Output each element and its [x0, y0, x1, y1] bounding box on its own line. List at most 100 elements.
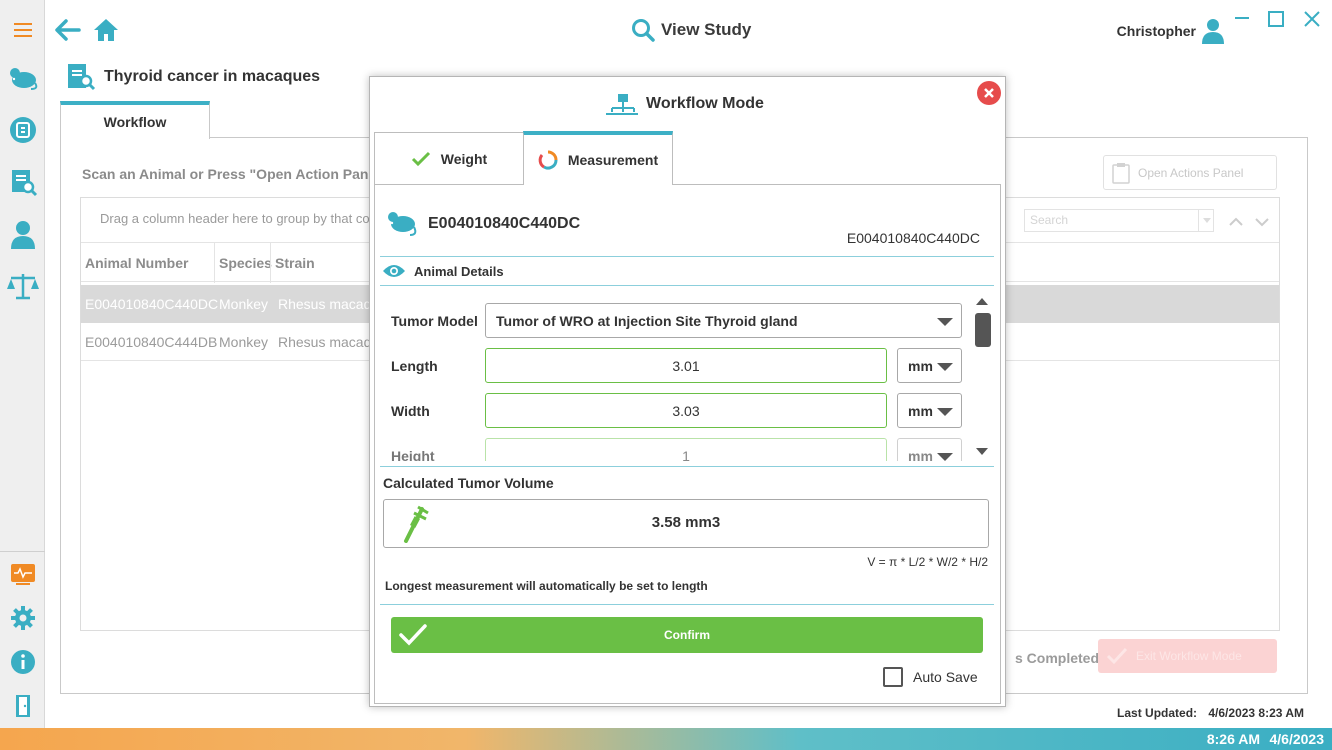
- animal-id-secondary: E004010840C440DC: [846, 230, 980, 246]
- dialog-title-text: Workflow Mode: [646, 95, 764, 112]
- left-sidebar: [0, 0, 45, 728]
- last-updated: Last Updated: 4/6/2023 8:23 AM: [1117, 706, 1304, 720]
- cell-animal-number: E004010840C444DB: [85, 334, 218, 350]
- cell-animal-number: E004010840C440DC: [85, 296, 219, 312]
- last-updated-label: Last Updated:: [1117, 706, 1198, 720]
- cell-species: Monkey: [219, 296, 269, 312]
- scroll-up-icon[interactable]: [976, 298, 988, 305]
- maximize-icon[interactable]: [1267, 10, 1285, 33]
- page-title-text: Thyroid cancer in macaques: [104, 68, 321, 85]
- user-account[interactable]: Christopher: [1117, 18, 1224, 44]
- column-header-species[interactable]: Species: [215, 243, 272, 283]
- tumor-model-label: Tumor Model: [391, 313, 478, 329]
- scanner-icon[interactable]: [0, 108, 45, 152]
- volume-formula: V = π * L/2 * W/2 * H/2: [867, 555, 988, 569]
- divider: [380, 604, 994, 605]
- clock-time: 8:26 AM: [1206, 731, 1260, 747]
- tab-measurement-label: Measurement: [567, 152, 659, 168]
- workflow-mode-dialog: Workflow Mode Weight Measurement E004010…: [369, 76, 1006, 707]
- width-unit-select[interactable]: mm: [897, 393, 962, 428]
- calc-volume-value: 3.58 mm3: [651, 514, 721, 531]
- longest-measurement-note: Longest measurement will automatically b…: [385, 579, 708, 593]
- confirm-label: Confirm: [664, 628, 710, 642]
- scroll-down-icon[interactable]: [976, 448, 988, 455]
- search-dropdown-icon[interactable]: [1198, 209, 1214, 232]
- scan-prompt: Scan an Animal or Press "Open Action Pan…: [82, 166, 387, 182]
- workflow-tree-icon: [606, 94, 638, 115]
- title-bar: View Study Christopher: [45, 0, 1332, 58]
- exit-workflow-label: Exit Workflow Mode: [1136, 649, 1242, 663]
- length-label: Length: [391, 358, 438, 374]
- width-label: Width: [391, 403, 430, 419]
- mouse-icon: [388, 212, 417, 236]
- height-unit-value: mm: [908, 448, 933, 461]
- exit-door-icon[interactable]: [0, 684, 45, 728]
- back-arrow-icon[interactable]: [53, 16, 81, 49]
- column-header-animal-number[interactable]: Animal Number: [81, 243, 188, 283]
- tab-measurement[interactable]: Measurement: [523, 131, 673, 185]
- cell-species: Monkey: [219, 334, 269, 350]
- height-input[interactable]: 1: [485, 438, 887, 461]
- checkmark-icon: [399, 624, 427, 646]
- tab-workflow[interactable]: Workflow: [60, 101, 210, 139]
- column-header-strain[interactable]: Strain: [271, 243, 315, 283]
- close-window-icon[interactable]: [1303, 10, 1321, 33]
- group-by-hint: Drag a column header here to group by th…: [100, 211, 370, 226]
- open-actions-label: Open Actions Panel: [1138, 165, 1244, 180]
- checkmark-icon: [411, 151, 430, 166]
- status-bar: 8:26 AM 4/6/2023: [0, 728, 1332, 750]
- open-actions-panel-button[interactable]: Open Actions Panel: [1103, 155, 1277, 190]
- checkmark-icon: [1106, 647, 1128, 665]
- home-icon[interactable]: [93, 18, 119, 47]
- mouse-animals-icon[interactable]: [0, 56, 45, 100]
- confirm-button[interactable]: Confirm: [391, 617, 983, 653]
- calc-volume-box: 3.58 mm3: [383, 499, 989, 548]
- animal-id: E004010840C440DC: [428, 215, 581, 232]
- user-icon[interactable]: [0, 212, 45, 256]
- checkbox-box[interactable]: [883, 667, 903, 687]
- close-icon[interactable]: [977, 81, 1001, 105]
- search-icon: [632, 19, 655, 42]
- monitor-icon[interactable]: [0, 552, 45, 596]
- study-search-icon[interactable]: [0, 160, 45, 204]
- scale-balance-icon[interactable]: [0, 264, 45, 308]
- chevron-down-icon[interactable]: [1255, 214, 1269, 232]
- page-title: Thyroid cancer in macaques: [66, 62, 320, 92]
- length-unit-value: mm: [908, 358, 933, 374]
- user-avatar-icon: [1202, 19, 1224, 44]
- dropdown-arrow-icon: [937, 408, 953, 416]
- completed-status: s Completed!: [1015, 650, 1104, 666]
- auto-save-checkbox[interactable]: Auto Save: [883, 667, 978, 687]
- length-unit-select[interactable]: mm: [897, 348, 962, 383]
- height-unit-select[interactable]: mm: [897, 438, 962, 461]
- clipboard-icon: [1112, 162, 1130, 184]
- height-label: Height: [391, 448, 435, 461]
- grid-search-input[interactable]: Search: [1024, 209, 1214, 232]
- dropdown-arrow-icon: [937, 363, 953, 371]
- minimize-icon[interactable]: [1233, 8, 1251, 31]
- length-input[interactable]: 3.01: [485, 348, 887, 383]
- calc-volume-label: Calculated Tumor Volume: [383, 475, 554, 491]
- chevron-up-icon[interactable]: [1229, 214, 1243, 232]
- dialog-title: Workflow Mode: [606, 91, 764, 117]
- tab-weight-label: Weight: [440, 150, 488, 167]
- view-title: View Study: [631, 18, 751, 42]
- gear-icon[interactable]: [0, 596, 45, 640]
- animal-details-toggle[interactable]: Animal Details: [382, 263, 504, 279]
- tab-weight[interactable]: Weight: [374, 132, 524, 185]
- eye-icon: [383, 265, 405, 277]
- hamburger-menu-icon[interactable]: [0, 8, 45, 52]
- width-input[interactable]: 3.03: [485, 393, 887, 428]
- cell-strain: Rhesus macaqu: [278, 296, 380, 312]
- exit-workflow-mode-button[interactable]: Exit Workflow Mode: [1098, 639, 1277, 673]
- auto-save-label: Auto Save: [913, 669, 978, 685]
- study-document-icon: [68, 64, 96, 91]
- progress-ring-icon: [538, 150, 558, 170]
- last-updated-value: 4/6/2023 8:23 AM: [1208, 706, 1304, 720]
- cell-strain: Rhesus macaqu: [278, 334, 380, 350]
- info-icon[interactable]: [0, 640, 45, 684]
- tumor-model-select[interactable]: Tumor of WRO at Injection Site Thyroid g…: [485, 303, 962, 338]
- scrollbar-thumb[interactable]: [975, 313, 991, 347]
- measurement-fields: Tumor Model Tumor of WRO at Injection Si…: [380, 293, 990, 461]
- width-unit-value: mm: [908, 403, 933, 419]
